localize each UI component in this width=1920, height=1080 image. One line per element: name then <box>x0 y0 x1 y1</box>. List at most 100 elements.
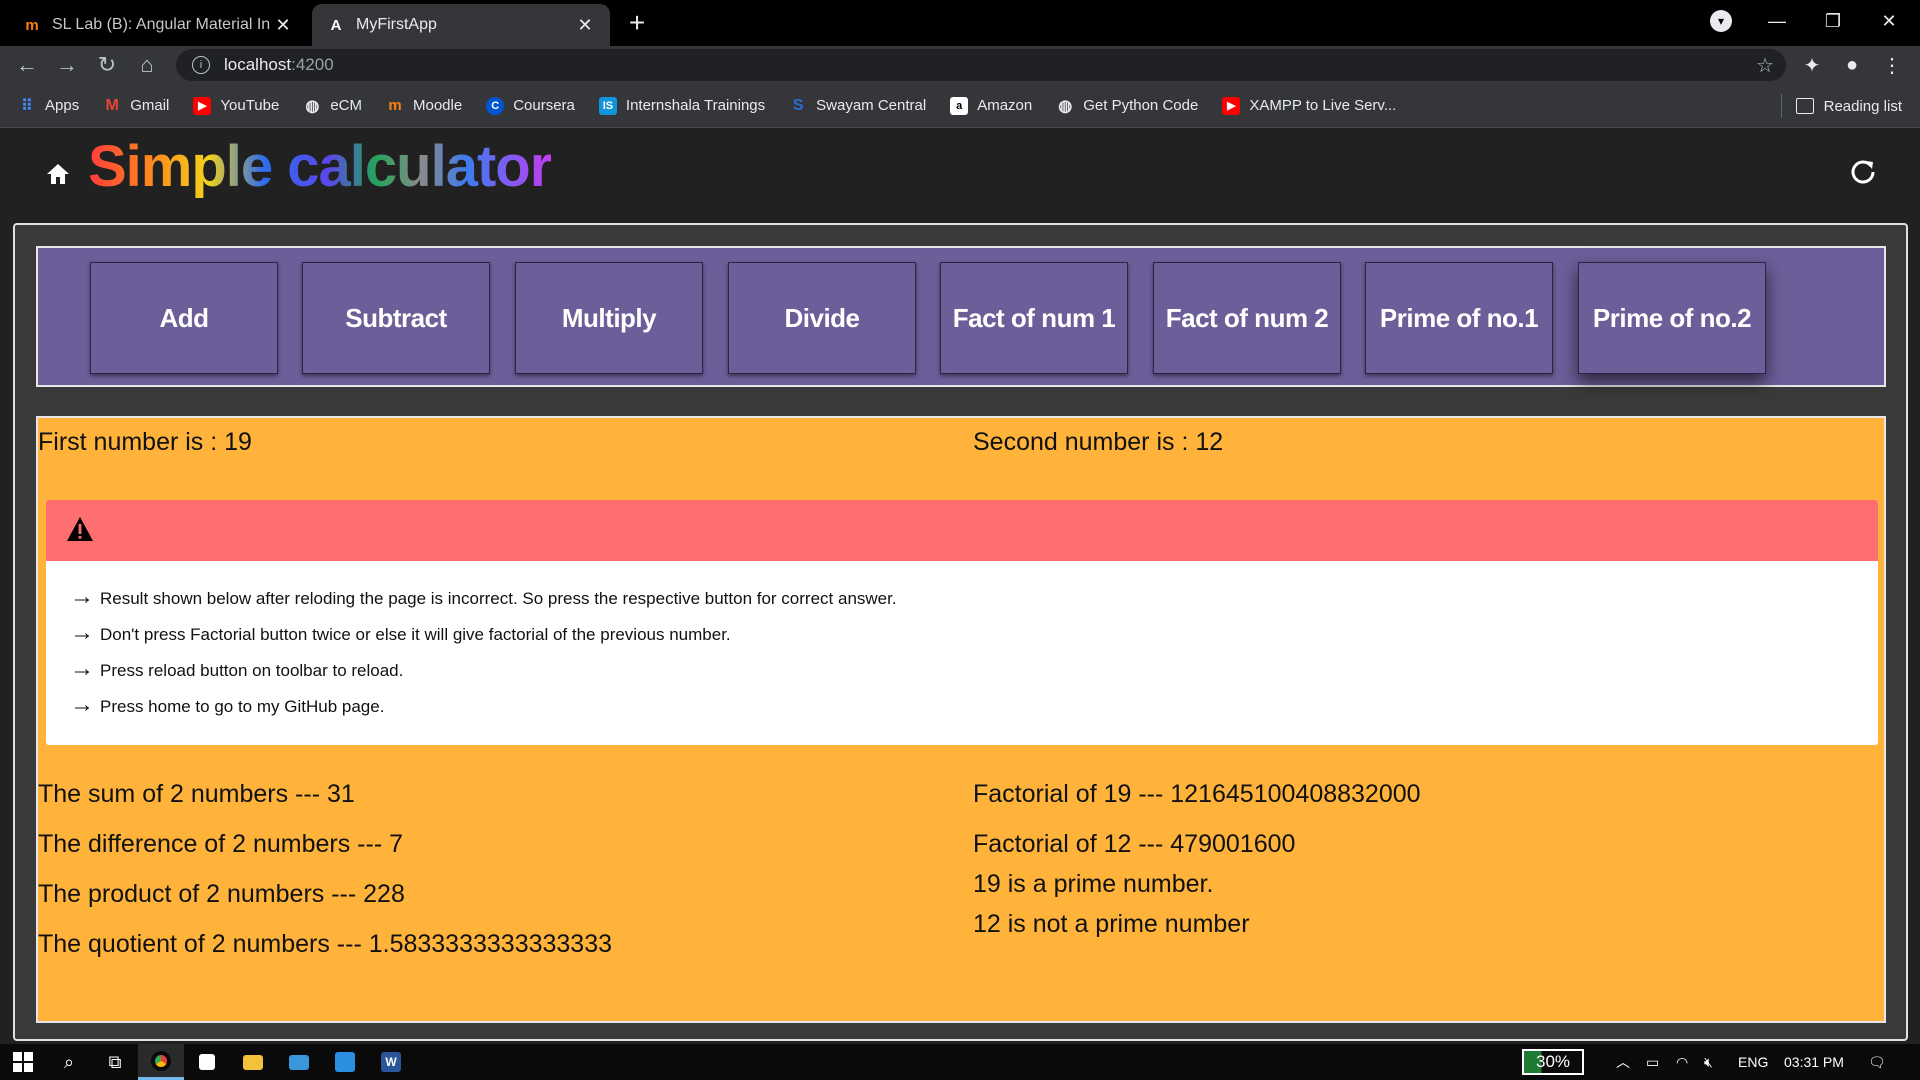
tab-sl-lab[interactable]: m SL Lab (B): Angular Material In Ca ✕ <box>8 4 308 46</box>
amazon-icon: a <box>950 96 969 115</box>
battery-indicator[interactable]: 30% <box>1522 1049 1584 1075</box>
word-icon[interactable]: W <box>368 1044 414 1080</box>
multiply-button[interactable]: Multiply <box>515 262 703 374</box>
vscode-icon[interactable] <box>322 1044 368 1080</box>
close-icon[interactable]: ✕ <box>574 14 596 36</box>
bookmark-amazon[interactable]: a Amazon <box>950 96 1032 115</box>
arrow-right-icon: → <box>70 691 94 718</box>
bookmark-apps[interactable]: ⠿ Apps <box>18 97 79 115</box>
prime-num2-button[interactable]: Prime of no.2 <box>1578 262 1766 374</box>
store-icon[interactable] <box>184 1044 230 1080</box>
home-icon[interactable] <box>44 159 72 189</box>
tray-chevron-icon[interactable]: ︿ <box>1616 1044 1630 1080</box>
internshala-icon: IS <box>598 96 617 115</box>
prime-num2-result: 12 is not a prime number <box>973 910 1250 938</box>
reading-list-button[interactable]: Reading list <box>1780 94 1902 118</box>
apps-grid-icon: ⠿ <box>21 97 33 115</box>
language-indicator[interactable]: ENG <box>1738 1044 1768 1080</box>
bookmark-youtube[interactable]: ▶ YouTube <box>193 96 279 115</box>
browser-tab-strip: m SL Lab (B): Angular Material In Ca ✕ A… <box>0 0 1920 46</box>
profile-avatar[interactable]: ● <box>1837 50 1867 80</box>
browser-toolbar: ← → ↻ ⌂ i localhost:4200 ☆ ✦ ● ⋮ <box>0 46 1920 84</box>
subtract-button[interactable]: Subtract <box>302 262 490 374</box>
divider <box>1780 94 1782 118</box>
mail-icon[interactable] <box>276 1044 322 1080</box>
first-number-label: First number is : 19 <box>38 428 252 456</box>
extensions-icon[interactable]: ✦ <box>1797 50 1827 80</box>
tab-search-icon[interactable]: ▾ <box>1710 10 1732 32</box>
factorial-num1-button[interactable]: Fact of num 1 <box>940 262 1128 374</box>
url-host: localhost <box>224 55 292 74</box>
bookmark-moodle[interactable]: m Moodle <box>386 97 462 115</box>
bookmark-get-python-code[interactable]: ◍ Get Python Code <box>1056 97 1198 115</box>
tab-myfirstapp[interactable]: A MyFirstApp ✕ <box>312 4 610 46</box>
bookmark-internshala[interactable]: IS Internshala Trainings <box>598 96 765 115</box>
bookmark-swayam[interactable]: S Swayam Central <box>789 97 926 115</box>
home-page-icon[interactable]: ⌂ <box>132 50 162 80</box>
operation-button-panel: Add Subtract Multiply Divide Fact of num… <box>36 246 1886 387</box>
arrow-right-icon: → <box>70 655 94 682</box>
add-button[interactable]: Add <box>90 262 278 374</box>
factorial-num1-result: Factorial of 19 --- 121645100408832000 <box>973 780 1421 808</box>
minimize-icon[interactable]: — <box>1752 4 1802 38</box>
close-icon[interactable]: ✕ <box>272 14 294 36</box>
arrow-right-icon: → <box>70 619 94 646</box>
new-tab-button[interactable]: + <box>622 7 652 38</box>
result-panel: First number is : 19 Second number is : … <box>36 416 1886 1023</box>
clock[interactable]: 03:31 PM <box>1784 1044 1844 1080</box>
bookmark-star-icon[interactable]: ☆ <box>1756 53 1774 78</box>
bookmark-ecm[interactable]: ◍ eCM <box>303 97 362 115</box>
restore-icon[interactable]: ❐ <box>1808 4 1858 38</box>
prime-num1-button[interactable]: Prime of no.1 <box>1365 262 1553 374</box>
warning-header <box>46 500 1878 561</box>
page-title: Simple calculator <box>88 134 552 199</box>
globe-icon: ◍ <box>305 97 320 115</box>
volume-muted-icon[interactable]: 🔇︎ <box>1704 1044 1713 1080</box>
moodle-icon: m <box>25 16 39 34</box>
search-icon[interactable]: ⌕ <box>46 1044 92 1080</box>
sum-result: The sum of 2 numbers --- 31 <box>38 780 355 808</box>
bookmark-gmail[interactable]: M Gmail <box>103 96 170 115</box>
wifi-icon[interactable]: ◠ <box>1676 1044 1688 1080</box>
youtube-icon: ▶ <box>1222 96 1241 115</box>
difference-result: The difference of 2 numbers --- 7 <box>38 830 403 858</box>
prime-num1-result: 19 is a prime number. <box>973 870 1214 898</box>
back-icon[interactable]: ← <box>12 50 42 80</box>
tab-title: MyFirstApp <box>356 16 437 33</box>
info-icon[interactable]: i <box>192 56 210 74</box>
tab-title: SL Lab (B): Angular Material In Ca <box>52 16 272 33</box>
battery-icon[interactable]: ▭ <box>1646 1044 1659 1080</box>
bookmark-xampp[interactable]: ▶ XAMPP to Live Serv... <box>1222 96 1396 115</box>
factorial-num2-result: Factorial of 12 --- 479001600 <box>973 830 1296 858</box>
file-explorer-icon[interactable] <box>230 1044 276 1080</box>
note-item: → Result shown below after reloding the p… <box>70 583 897 610</box>
task-view-icon[interactable]: ⧉ <box>92 1044 138 1080</box>
address-bar[interactable]: i localhost:4200 ☆ <box>176 49 1786 81</box>
window-close-icon[interactable]: ✕ <box>1864 4 1914 38</box>
app-page: Simple calculator Add Subtract Multiply … <box>0 129 1920 1044</box>
windows-start-icon[interactable] <box>0 1044 46 1080</box>
calculator-card: Add Subtract Multiply Divide Fact of num… <box>13 223 1908 1041</box>
chrome-taskbar-icon[interactable] <box>138 1044 184 1080</box>
url-port: :4200 <box>291 55 334 74</box>
warning-icon <box>67 517 93 541</box>
reading-list-icon <box>1795 98 1814 114</box>
menu-icon[interactable]: ⋮ <box>1877 50 1907 80</box>
quotient-result: The quotient of 2 numbers --- 1.58333333… <box>38 930 613 958</box>
forward-icon[interactable]: → <box>52 50 82 80</box>
swayam-icon: S <box>792 96 804 114</box>
arrow-right-icon: → <box>70 583 94 610</box>
youtube-icon: ▶ <box>193 96 212 115</box>
gmail-icon: M <box>105 96 119 114</box>
reload-page-icon[interactable]: ↻ <box>92 50 122 80</box>
notification-icon[interactable]: 🗨︎ <box>1868 1044 1886 1080</box>
globe-icon: ◍ <box>1058 97 1073 115</box>
note-item: → Don't press Factorial button twice or e… <box>70 619 731 646</box>
divide-button[interactable]: Divide <box>728 262 916 374</box>
coursera-icon: C <box>486 96 505 115</box>
moodle-icon: m <box>388 97 402 114</box>
factorial-num2-button[interactable]: Fact of num 2 <box>1153 262 1341 374</box>
app-toolbar: Simple calculator <box>0 129 1920 223</box>
refresh-icon[interactable] <box>1846 155 1880 189</box>
bookmark-coursera[interactable]: C Coursera <box>486 96 575 115</box>
